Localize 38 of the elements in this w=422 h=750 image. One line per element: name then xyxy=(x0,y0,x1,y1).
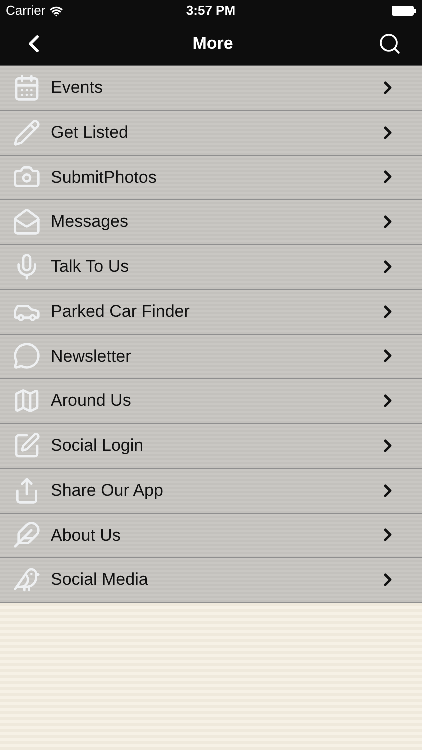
menu-item[interactable]: Social Media xyxy=(0,558,422,603)
menu-item[interactable]: Messages xyxy=(0,200,422,245)
wifi-icon xyxy=(50,4,63,18)
menu-item-label: Share Our App xyxy=(51,480,164,502)
menu-item-label: SubmitPhotos xyxy=(51,166,158,189)
menu-item[interactable]: Get Listed xyxy=(0,110,422,156)
pencil-icon xyxy=(13,118,41,147)
menu-item-label: Social Media xyxy=(51,569,150,592)
menu-item-label: About Us xyxy=(51,524,122,547)
menu-item[interactable]: Newsletter xyxy=(0,334,422,380)
feather-icon xyxy=(13,521,41,550)
status-time: 3:57 PM xyxy=(186,2,236,20)
menu-item[interactable]: Around Us xyxy=(0,379,422,424)
bird-icon xyxy=(13,566,41,594)
envelope-icon xyxy=(13,208,41,236)
search-button[interactable] xyxy=(378,32,402,56)
menu-item[interactable]: Share Our App xyxy=(0,468,422,514)
menu-item-label: Messages xyxy=(51,211,130,234)
map-icon xyxy=(13,387,41,416)
menu-item-label: Around Us xyxy=(51,390,132,412)
menu-item[interactable]: Events xyxy=(0,66,422,111)
menu-item[interactable]: SubmitPhotos xyxy=(0,156,422,200)
menu-item-label: Newsletter xyxy=(51,346,132,368)
menu-item-label: Social Login xyxy=(51,435,145,458)
screen-title: More xyxy=(192,32,234,55)
menu-item-label: Events xyxy=(51,77,104,100)
battery-icon xyxy=(392,6,416,16)
chat-bubble-icon xyxy=(13,342,41,370)
calendar-icon xyxy=(13,74,41,102)
menu-item[interactable]: Talk To Us xyxy=(0,245,422,290)
carrier-label: Carrier xyxy=(6,2,46,20)
menu-item[interactable]: About Us xyxy=(0,514,422,558)
menu-item[interactable]: Social Login xyxy=(0,424,422,469)
search-icon xyxy=(378,32,402,56)
menu-item-label: Get Listed xyxy=(51,122,130,144)
menu-item-label: Talk To Us xyxy=(51,256,130,278)
menu-item[interactable]: Parked Car Finder xyxy=(0,290,422,334)
menu-item-label: Parked Car Finder xyxy=(51,300,191,323)
